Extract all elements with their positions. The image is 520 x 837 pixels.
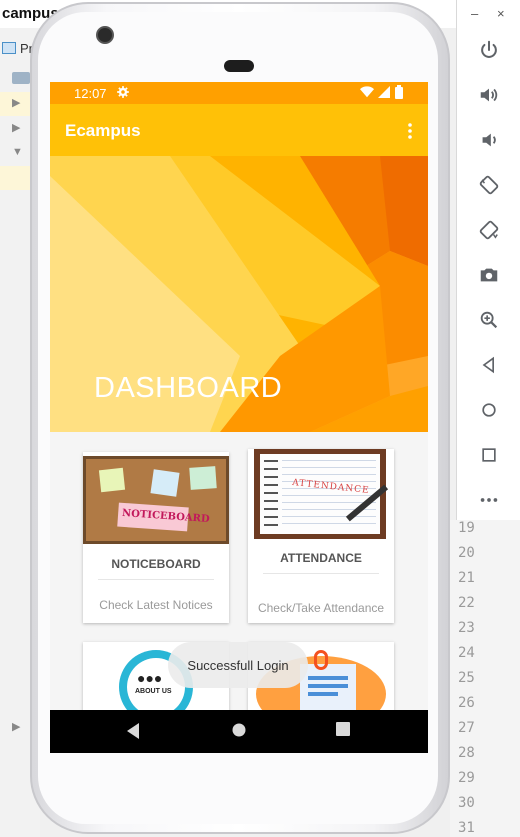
line-number: 31 xyxy=(458,820,475,836)
folder-icon xyxy=(12,72,30,84)
battery-icon xyxy=(395,85,403,102)
device-screen: 12:07 Ecampus DASHBOARD NOTICEBOARD NOTI… xyxy=(50,82,428,753)
nav-home-icon[interactable] xyxy=(231,722,251,742)
noticeboard-subtitle: Check Latest Notices xyxy=(99,598,213,612)
line-number: 19 xyxy=(458,520,475,536)
expand-arrow-icon[interactable]: ▶ xyxy=(12,720,20,733)
noticeboard-image: NOTICEBOARD xyxy=(83,456,229,544)
clip-icon xyxy=(314,650,328,670)
line-number: 20 xyxy=(458,545,475,561)
home-icon[interactable] xyxy=(475,396,503,424)
toast-text: Successfull Login xyxy=(187,658,289,673)
line-number: 24 xyxy=(458,645,475,661)
line-number: 25 xyxy=(458,670,475,686)
about-us-image-text: ABOUT US xyxy=(135,688,172,695)
rotate-left-icon[interactable] xyxy=(475,171,503,199)
line-number: 27 xyxy=(458,720,475,736)
attendance-image: ATTENDANCE xyxy=(254,449,389,539)
volume-down-icon[interactable] xyxy=(475,126,503,154)
card-divider xyxy=(262,573,380,574)
attendance-card[interactable]: ATTENDANCE ATTENDANCE Check/Take Attenda… xyxy=(248,449,394,623)
app-title: Ecampus xyxy=(65,121,141,140)
volume-up-icon[interactable] xyxy=(475,81,503,109)
line-number: 23 xyxy=(458,620,475,636)
nav-back-icon[interactable] xyxy=(125,722,145,742)
dashboard-title: DASHBOARD xyxy=(94,372,283,404)
line-number: 30 xyxy=(458,795,475,811)
status-bar: 12:07 xyxy=(50,82,428,104)
people-icon: ●●● xyxy=(137,670,163,686)
status-time: 12:07 xyxy=(74,86,107,101)
line-number: 22 xyxy=(458,595,475,611)
line-number: 28 xyxy=(458,745,475,761)
signal-icon xyxy=(378,86,390,101)
attendance-title: ATTENDANCE xyxy=(280,551,362,565)
line-number: 21 xyxy=(458,570,475,586)
collapse-arrow-icon[interactable]: ▼ xyxy=(12,146,23,158)
overflow-menu-icon[interactable] xyxy=(406,122,414,140)
more-icon[interactable] xyxy=(475,486,503,514)
editor-gutter: 19 20 21 22 23 24 25 26 27 28 29 30 31 xyxy=(450,520,520,837)
toast-message: Successfull Login xyxy=(168,642,308,688)
speaker-grille xyxy=(224,60,254,72)
window-icon xyxy=(2,42,16,54)
front-camera-icon xyxy=(96,26,114,44)
line-number: 29 xyxy=(458,770,475,786)
emulator-toolbar: – × xyxy=(456,0,520,520)
line-number: 26 xyxy=(458,695,475,711)
expand-arrow-icon[interactable]: ▶ xyxy=(12,96,20,109)
card-divider xyxy=(97,579,215,580)
wifi-icon xyxy=(360,86,374,101)
nav-overview-icon[interactable] xyxy=(336,722,356,742)
app-bar: Ecampus xyxy=(50,104,428,156)
expand-arrow-icon[interactable]: ▶ xyxy=(12,121,20,134)
overview-icon[interactable] xyxy=(475,441,503,469)
minimize-button[interactable]: – xyxy=(471,6,478,21)
settings-gear-icon xyxy=(116,85,130,102)
noticeboard-title: NOTICEBOARD xyxy=(111,557,201,571)
camera-icon[interactable] xyxy=(475,261,503,289)
noticeboard-card[interactable]: NOTICEBOARD NOTICEBOARD Check Latest Not… xyxy=(83,452,229,623)
power-icon[interactable] xyxy=(475,36,503,64)
close-button[interactable]: × xyxy=(497,6,505,21)
navigation-bar xyxy=(50,710,428,753)
rotate-right-icon[interactable] xyxy=(475,216,503,244)
zoom-icon[interactable] xyxy=(475,306,503,334)
back-icon[interactable] xyxy=(475,351,503,379)
attendance-subtitle: Check/Take Attendance xyxy=(257,601,385,615)
